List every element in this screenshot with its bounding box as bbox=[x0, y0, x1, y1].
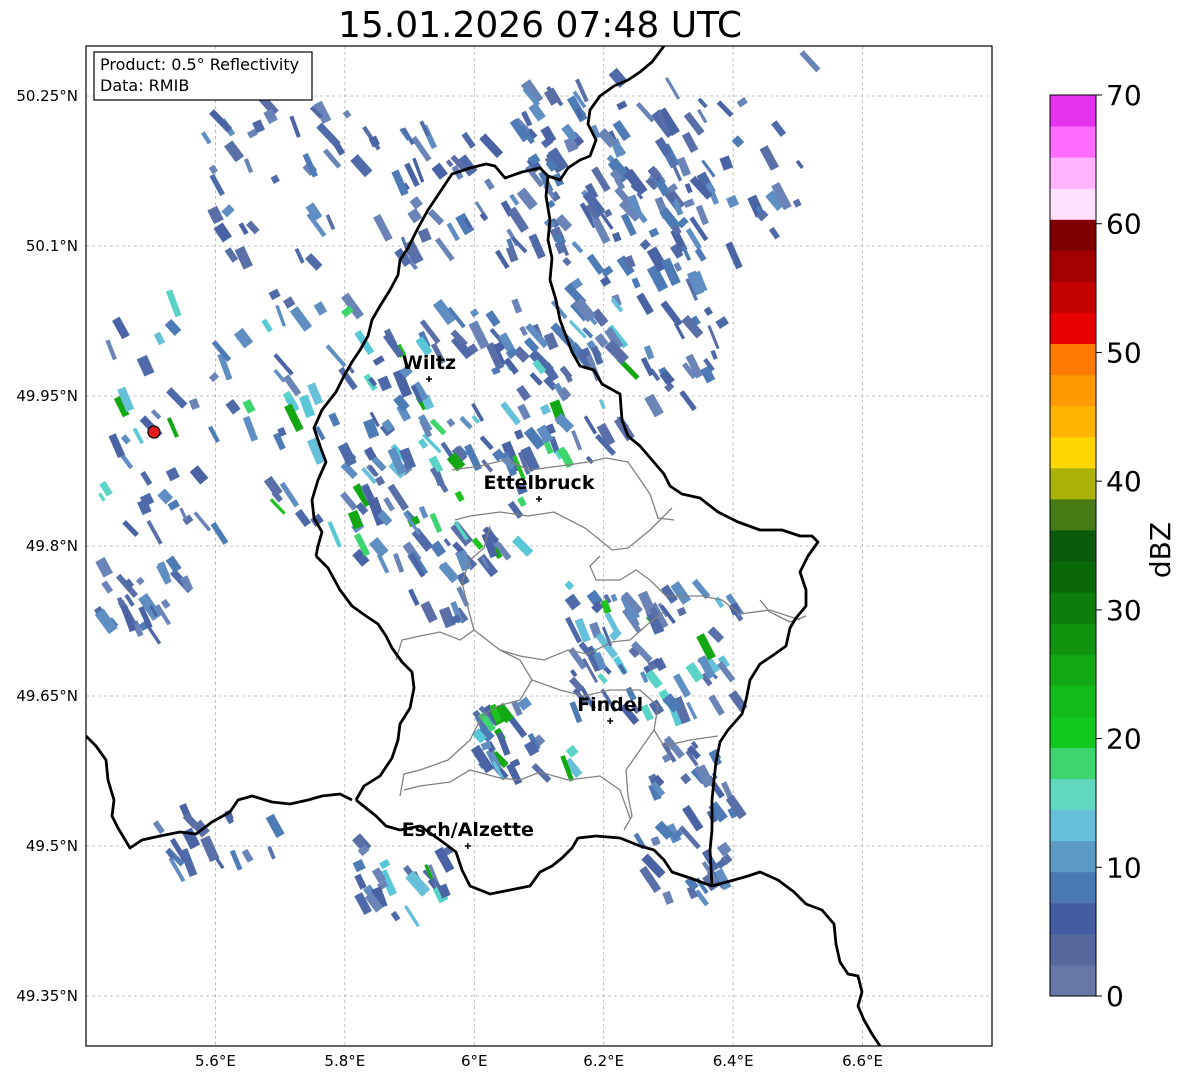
colorbar-unit-label: dBZ bbox=[1144, 522, 1177, 578]
product-label: Product: 0.5° Reflectivity bbox=[100, 55, 299, 74]
colorbar-tick-label: 30 bbox=[1106, 594, 1142, 627]
colorbar-tick-label: 0 bbox=[1106, 980, 1124, 1013]
colorbar-segment bbox=[1050, 188, 1096, 220]
radar-figure: Wiltz Ettelbruck Findel Esch/Alzette 50.25°… bbox=[16, 45, 1177, 1070]
colorbar-segment bbox=[1050, 716, 1096, 748]
colorbar-segment bbox=[1050, 561, 1096, 593]
colorbar-segment bbox=[1050, 778, 1096, 811]
colorbar-segment bbox=[1050, 343, 1096, 376]
lat-tick-label: 50.1°N bbox=[26, 237, 78, 255]
colorbar-segment bbox=[1050, 871, 1096, 904]
lon-tick-label: 6.6°E bbox=[842, 1052, 883, 1070]
lat-tick-label: 49.5°N bbox=[26, 837, 78, 855]
colorbar-segment bbox=[1050, 685, 1096, 717]
colorbar-segment bbox=[1050, 95, 1096, 127]
colorbar-segment bbox=[1050, 157, 1096, 189]
colorbar-segment bbox=[1050, 747, 1096, 780]
city-label: Wiltz bbox=[402, 352, 456, 374]
colorbar-segment bbox=[1050, 902, 1096, 935]
lon-tick-label: 6.4°E bbox=[713, 1052, 754, 1070]
colorbar-segment bbox=[1050, 933, 1096, 966]
colorbar-tick-label: 10 bbox=[1106, 851, 1142, 884]
colorbar-segment bbox=[1050, 405, 1096, 438]
colorbar: 0 10 20 30 40 50 60 70 bbox=[1049, 79, 1142, 1013]
colorbar-segment bbox=[1050, 281, 1096, 313]
colorbar-segment bbox=[1050, 467, 1096, 500]
info-box: Product: 0.5° Reflectivity Data: RMIB bbox=[93, 51, 313, 101]
colorbar-tick-label: 20 bbox=[1106, 723, 1142, 756]
lat-tick-label: 49.65°N bbox=[16, 687, 78, 705]
colorbar-segment bbox=[1050, 250, 1096, 282]
lon-tick-label: 5.6°E bbox=[195, 1052, 236, 1070]
colorbar-segment bbox=[1050, 964, 1096, 997]
lat-tick-label: 49.35°N bbox=[16, 987, 78, 1005]
colorbar-tick-label: 40 bbox=[1106, 465, 1142, 498]
colorbar-segment bbox=[1050, 623, 1096, 655]
colorbar-segment bbox=[1050, 654, 1096, 686]
colorbar-segment bbox=[1050, 219, 1096, 251]
colorbar-segment bbox=[1050, 498, 1096, 531]
city-label: Esch/Alzette bbox=[402, 819, 534, 841]
lat-tick-label: 49.95°N bbox=[16, 387, 78, 405]
lon-tick-label: 6°E bbox=[461, 1052, 488, 1070]
lat-tick-label: 50.25°N bbox=[16, 87, 78, 105]
colorbar-segment bbox=[1050, 126, 1096, 158]
lon-tick-label: 6.2°E bbox=[583, 1052, 624, 1070]
colorbar-segment bbox=[1050, 809, 1096, 842]
colorbar-segment bbox=[1050, 840, 1096, 873]
colorbar-tick-label: 70 bbox=[1106, 79, 1142, 112]
lon-tick-label: 5.8°E bbox=[324, 1052, 365, 1070]
city-label: Ettelbruck bbox=[484, 472, 595, 494]
lat-tick-label: 49.8°N bbox=[26, 537, 78, 555]
colorbar-tick-label: 60 bbox=[1106, 208, 1142, 241]
colorbar-segment bbox=[1050, 312, 1096, 345]
colorbar-segment bbox=[1050, 592, 1096, 624]
radar-site-marker bbox=[147, 425, 161, 439]
colorbar-segment bbox=[1050, 436, 1096, 469]
colorbar-segment bbox=[1050, 529, 1096, 562]
city-label: Findel bbox=[577, 694, 643, 716]
data-source-label: Data: RMIB bbox=[100, 76, 189, 95]
colorbar-tick-label: 50 bbox=[1106, 336, 1142, 369]
colorbar-segment bbox=[1050, 374, 1096, 407]
